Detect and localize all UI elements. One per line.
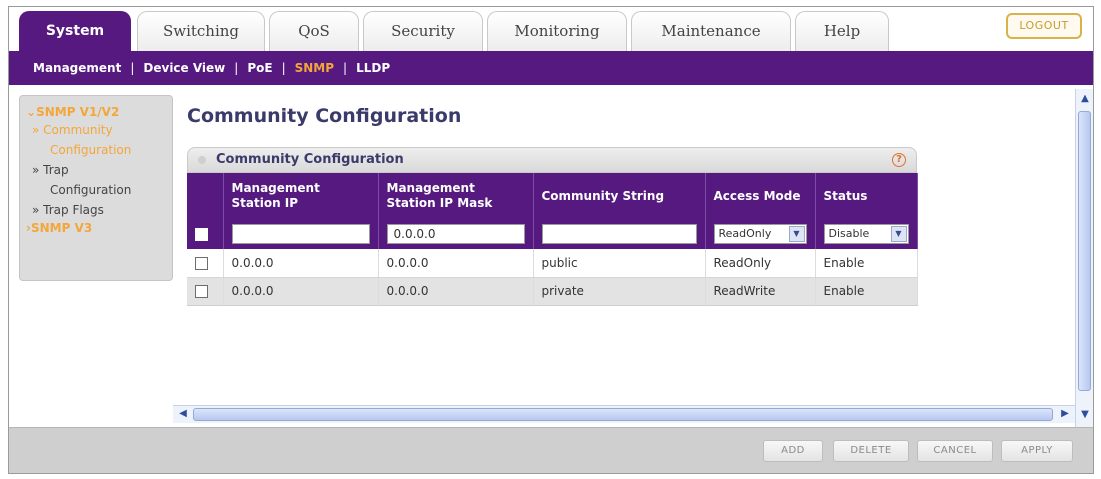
submenu-device-view[interactable]: Device View [143,61,225,75]
chevron-down-icon: ▼ [890,226,907,242]
scroll-left-icon[interactable]: ◀ [175,406,191,422]
cell-ip-mask: 0.0.0.0 [378,249,534,278]
add-button[interactable]: ADD [763,440,823,462]
header-ip: Management Station IP [223,173,379,219]
select-all-checkbox[interactable] [195,228,208,241]
nav-snmp-v3[interactable]: ›SNMP V3 [26,220,166,236]
tab-security[interactable]: Security [363,11,483,53]
cell-access: ReadWrite [705,277,816,306]
submenu-separator: | [130,61,135,75]
nav-item-label: » Trap [32,163,69,177]
horizontal-scroll-thumb[interactable] [193,408,1053,421]
nav-community-configuration[interactable]: » Community Configuration [26,120,166,160]
tab-help[interactable]: Help [795,11,889,53]
chevron-down-icon: ▼ [788,226,805,242]
tab-qos[interactable]: QoS [269,11,359,53]
row-checkbox[interactable] [195,256,208,270]
nav-trap-flags[interactable]: » Trap Flags [26,200,166,220]
scroll-down-icon[interactable]: ▼ [1077,407,1093,423]
input-row: ReadOnly ▼ Disable ▼ [187,219,918,249]
submenu-snmp[interactable]: SNMP [295,61,334,75]
panel-collapse-icon[interactable] [198,156,206,164]
submenu-separator: | [343,61,348,75]
table-row[interactable]: 0.0.0.0 0.0.0.0 private ReadWrite Enable [187,277,918,306]
left-nav: ⌄SNMP V1/V2 » Community Configuration » … [19,95,173,281]
scroll-right-icon[interactable]: ▶ [1057,406,1073,422]
app-window: System Switching QoS Security Monitoring… [8,6,1094,474]
horizontal-scrollbar[interactable]: ◀ ▶ [173,405,1075,423]
cell-ip: 0.0.0.0 [223,277,379,306]
ip-mask-input[interactable] [386,224,525,244]
tab-monitoring[interactable]: Monitoring [487,11,627,53]
nav-trap-configuration[interactable]: » Trap Configuration [26,160,166,200]
cell-ip-mask: 0.0.0.0 [378,277,534,306]
tab-maintenance[interactable]: Maintenance [631,11,791,53]
row-checkbox[interactable] [195,285,208,298]
select-value: ReadOnly [718,227,772,240]
delete-button[interactable]: DELETE [833,440,909,462]
community-table: Management Station IP Management Station… [187,173,918,306]
cell-status: Enable [815,277,918,306]
submenu-management[interactable]: Management [33,61,121,75]
community-panel: Community Configuration ? Management Sta… [187,147,918,306]
header-access-mode: Access Mode [705,173,816,219]
table-header-row: Management Station IP Management Station… [187,173,918,219]
cell-community: public [533,249,706,278]
apply-button[interactable]: APPLY [1001,440,1073,462]
header-community-string: Community String [533,173,706,219]
help-icon[interactable]: ? [892,153,906,167]
nav-snmp-v1v2[interactable]: ⌄SNMP V1/V2 [26,104,166,120]
nav-item-label: Configuration [50,143,132,157]
main-tab-bar: System Switching QoS Security Monitoring… [9,7,1093,53]
header-ip-mask: Management Station IP Mask [378,173,534,219]
tab-switching[interactable]: Switching [137,11,265,53]
submenu-separator: | [234,61,239,75]
submenu-separator: | [281,61,286,75]
cell-ip: 0.0.0.0 [223,249,379,278]
panel-header: Community Configuration ? [187,147,917,173]
logout-button[interactable]: LOGOUT [1006,13,1082,39]
vertical-scroll-thumb[interactable] [1078,111,1091,391]
header-select [187,173,224,219]
status-select[interactable]: Disable ▼ [823,224,909,244]
access-mode-select[interactable]: ReadOnly ▼ [713,224,807,244]
expand-arrow-icon: ⌄ [26,105,37,119]
table-row[interactable]: 0.0.0.0 0.0.0.0 public ReadOnly Enable [187,249,918,278]
panel-title: Community Configuration [216,152,404,167]
vertical-scrollbar[interactable]: ▲ ▼ [1075,89,1093,427]
tab-system[interactable]: System [19,11,131,53]
cell-status: Enable [815,249,918,278]
community-string-input[interactable] [541,224,697,244]
nav-item-label: » Community [32,123,113,137]
header-status: Status [815,173,918,219]
action-bar: ADD DELETE CANCEL APPLY [9,427,1093,473]
submenu-bar: Management | Device View | PoE | SNMP | … [9,51,1093,85]
scroll-up-icon[interactable]: ▲ [1077,91,1093,107]
submenu-lldp[interactable]: LLDP [356,61,390,75]
select-value: Disable [828,227,870,240]
cell-access: ReadOnly [705,249,816,278]
page-title: Community Configuration [187,105,462,127]
ip-input[interactable] [231,224,370,244]
nav-item-label: Configuration [50,183,132,197]
cancel-button[interactable]: CANCEL [917,440,993,462]
submenu-poe[interactable]: PoE [247,61,272,75]
cell-community: private [533,277,706,306]
